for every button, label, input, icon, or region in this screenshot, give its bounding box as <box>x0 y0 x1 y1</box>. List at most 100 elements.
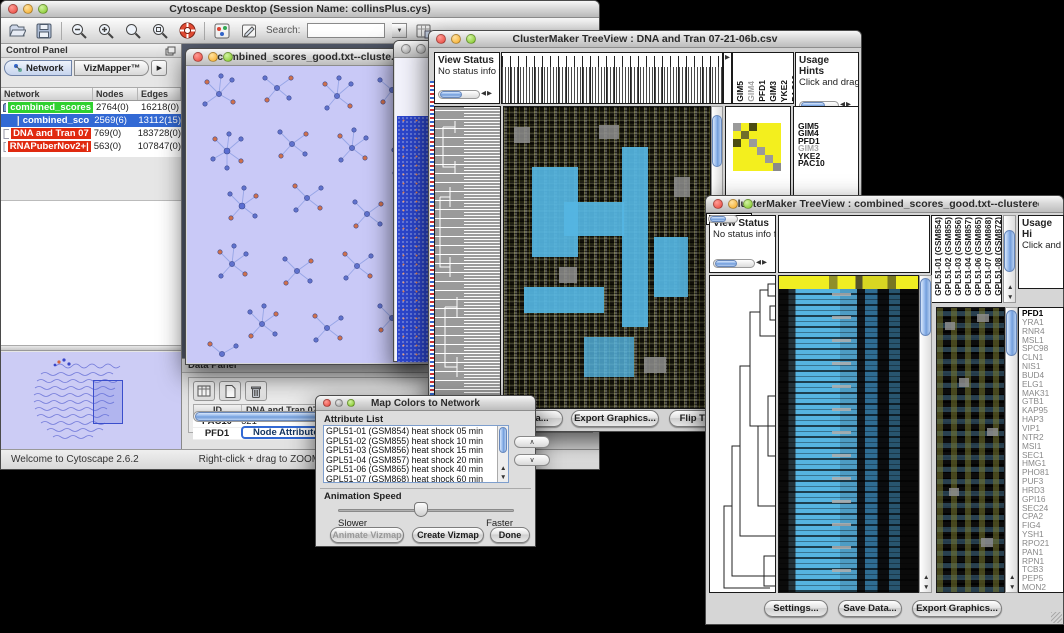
background-window-titlebar[interactable] <box>394 41 431 58</box>
gene-label[interactable]: YRA1 <box>1022 318 1049 327</box>
gene-label[interactable]: PEP5 <box>1022 574 1049 583</box>
zoom-fit-icon[interactable] <box>150 21 170 41</box>
column-label[interactable]: GPL51-01 (GSM854) <box>933 217 943 296</box>
treeview1-titlebar[interactable]: ClusterMaker TreeView : DNA and Tran 07-… <box>429 31 861 48</box>
gene-label[interactable]: GPI16 <box>1022 495 1049 504</box>
gene-label[interactable]: MSL1 <box>1022 336 1049 345</box>
treeview2-row-dendrogram[interactable] <box>709 275 776 593</box>
float-panel-icon[interactable] <box>165 46 176 56</box>
treeview2-titlebar[interactable]: ClusterMaker TreeView : combined_scores_… <box>706 196 1063 213</box>
minimize-button[interactable] <box>208 52 218 62</box>
zoom-button[interactable] <box>347 399 355 407</box>
network-overview-thumbnail[interactable] <box>1 352 181 449</box>
gene-label[interactable]: YSH1 <box>1022 530 1049 539</box>
attribute-select-icon[interactable] <box>193 381 215 401</box>
network-overview-icon[interactable] <box>212 21 232 41</box>
done-button[interactable]: Done <box>490 527 530 543</box>
scrollbar-thumb[interactable] <box>710 216 726 222</box>
gene-label[interactable]: HRD3 <box>1022 486 1049 495</box>
gene-label[interactable]: HMG1 <box>1022 459 1049 468</box>
gene-label[interactable]: CPA2 <box>1022 512 1049 521</box>
gene-label[interactable]: PFD1 <box>798 138 825 145</box>
gene-label[interactable]: VIP1 <box>1022 424 1049 433</box>
column-label[interactable]: GIM3 <box>768 81 778 102</box>
scroll-up-icon[interactable]: ▲ <box>923 575 929 582</box>
gene-label[interactable]: MAK31 <box>1022 389 1049 398</box>
search-input[interactable] <box>307 23 385 38</box>
scroll-left-icon[interactable]: ◀ <box>756 260 761 267</box>
scroll-up-icon[interactable]: ▲ <box>1009 575 1015 582</box>
settings-button[interactable]: Settings... <box>764 600 828 617</box>
gene-label[interactable]: SEC24 <box>1022 504 1049 513</box>
gene-label[interactable]: TCB3 <box>1022 565 1049 574</box>
scroll-down-icon[interactable]: ▼ <box>500 475 506 482</box>
minimize-button[interactable] <box>416 44 426 54</box>
gene-label[interactable]: NTR2 <box>1022 433 1049 442</box>
column-label[interactable]: GPL51-06 (GSM865) <box>973 217 983 296</box>
minimize-button[interactable] <box>335 399 343 407</box>
column-label[interactable]: PFD1 <box>757 80 767 102</box>
zoom-button[interactable] <box>223 52 233 62</box>
minimize-button[interactable] <box>23 4 33 14</box>
minimize-button[interactable] <box>728 199 738 209</box>
overview-viewport-rect[interactable] <box>93 380 123 424</box>
main-titlebar[interactable]: Cytoscape Desktop (Session Name: collins… <box>1 1 599 18</box>
treeview2-vscrollbar[interactable]: ▲ ▼ <box>919 275 932 593</box>
gene-label[interactable]: NIS1 <box>1022 362 1049 371</box>
tab-vizmapper[interactable]: VizMapper™ <box>74 60 149 76</box>
scroll-up-icon[interactable]: ▲ <box>1007 285 1013 292</box>
scrollbar-thumb[interactable] <box>440 91 462 98</box>
scrollbar-thumb[interactable] <box>499 427 507 453</box>
tab-network[interactable]: Network <box>4 60 72 76</box>
create-vizmap-button[interactable]: Create Vizmap <box>412 527 484 543</box>
gene-label[interactable]: SPC98 <box>1022 344 1049 353</box>
dendrogram-arrow-strip[interactable]: ▶ <box>723 52 732 104</box>
treeview2-label-vscrollbar[interactable]: ▲ ▼ <box>1003 215 1016 303</box>
search-dropdown-icon[interactable]: ▼ <box>392 23 407 38</box>
close-button[interactable] <box>193 52 203 62</box>
column-label[interactable]: GPL51-03 (GSM856) <box>953 217 963 296</box>
gene-label[interactable]: GTB1 <box>1022 397 1049 406</box>
close-button[interactable] <box>401 44 411 54</box>
close-button[interactable] <box>713 199 723 209</box>
hscrollbar[interactable] <box>708 215 738 223</box>
treeview1-column-dendrogram[interactable] <box>501 52 723 104</box>
gene-label[interactable]: ELG1 <box>1022 380 1049 389</box>
gene-label[interactable]: PUF3 <box>1022 477 1049 486</box>
gene-label[interactable]: GIM3 <box>798 145 825 152</box>
scroll-right-icon[interactable]: ▶ <box>762 260 767 267</box>
gene-label[interactable]: RPN1 <box>1022 557 1049 566</box>
annotation-icon[interactable] <box>239 21 259 41</box>
export-graphics-button[interactable]: Export Graphics... <box>912 600 1002 617</box>
zoom-selected-icon[interactable] <box>123 21 143 41</box>
column-label[interactable]: PAC10 <box>790 75 794 102</box>
zoom-button[interactable] <box>38 4 48 14</box>
dialog-titlebar[interactable]: Map Colors to Network <box>316 396 535 411</box>
gene-label[interactable]: KAP95 <box>1022 406 1049 415</box>
gene-label[interactable]: HAP3 <box>1022 415 1049 424</box>
gene-label[interactable]: RPO21 <box>1022 539 1049 548</box>
hscrollbar[interactable] <box>438 90 480 99</box>
gene-label[interactable]: PAN1 <box>1022 548 1049 557</box>
zoom-in-icon[interactable] <box>96 21 116 41</box>
scroll-right-icon[interactable]: ▶ <box>487 91 492 98</box>
scrollbar-thumb[interactable] <box>1006 310 1017 356</box>
gene-label[interactable]: FIG4 <box>1022 521 1049 530</box>
network-row-combined-sco-selected[interactable]: combined_sco 2569(6) 13112(15) <box>1 114 181 127</box>
scrollbar-thumb[interactable] <box>1004 230 1015 272</box>
scroll-left-icon[interactable]: ◀ <box>481 91 486 98</box>
zoom-button[interactable] <box>743 199 753 209</box>
open-file-icon[interactable] <box>7 21 27 41</box>
column-label[interactable]: YKE2 <box>779 80 789 102</box>
network-row-combined-scores[interactable]: combined_scores 2764(0) 16218(0) <box>1 101 181 114</box>
scrollbar-thumb[interactable] <box>712 115 722 167</box>
move-down-button[interactable]: ∨ <box>514 454 550 466</box>
panel-divider[interactable] <box>1 345 181 351</box>
column-label[interactable]: GPL51-02 (GSM855) <box>943 217 953 296</box>
similarity-matrix[interactable] <box>733 123 781 171</box>
help-lifering-icon[interactable] <box>177 21 197 41</box>
column-label[interactable]: GPL51-04 (GSM857) <box>963 217 973 296</box>
gene-label[interactable]: PHO81 <box>1022 468 1049 477</box>
treeview2-gene-vscrollbar[interactable]: ▲ ▼ <box>1005 307 1018 593</box>
close-button[interactable] <box>8 4 18 14</box>
